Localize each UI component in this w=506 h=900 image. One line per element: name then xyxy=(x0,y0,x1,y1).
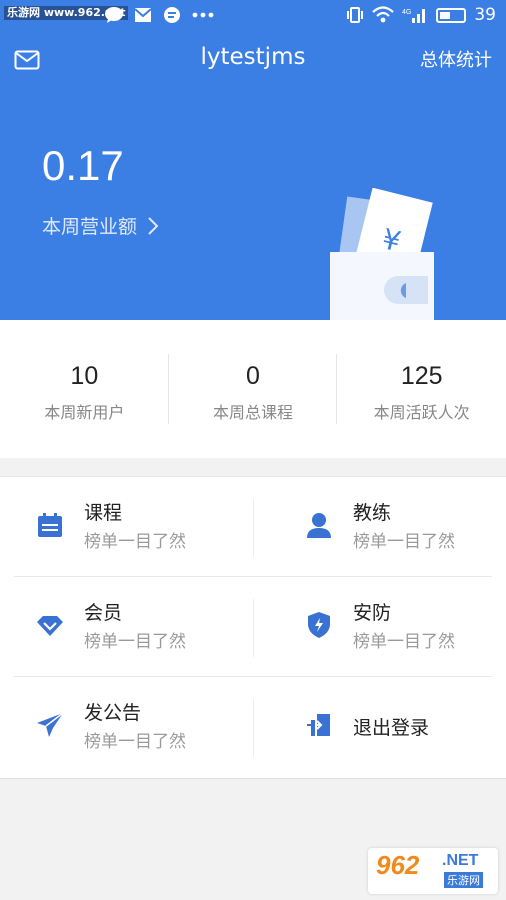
stat-value: 125 xyxy=(400,362,443,390)
battery-percent: 39 xyxy=(474,5,496,25)
stat-new-users[interactable]: 10 本周新用户 xyxy=(0,320,169,458)
weekly-stats: 10 本周新用户 0 本周总课程 125 本周活跃人次 xyxy=(0,320,506,458)
menu-item-logout[interactable]: 退出登录 xyxy=(253,677,492,777)
vibrate-icon xyxy=(347,7,364,23)
watermark-logo: 962 .NET 乐游网 xyxy=(368,848,498,894)
menu-item-coaches[interactable]: 教练 榜单一目了然 xyxy=(253,477,492,577)
menu-item-subtitle: 榜单一目了然 xyxy=(84,732,186,752)
mail-notification-icon xyxy=(134,8,152,22)
menu-item-courses[interactable]: 课程 榜单一目了然 xyxy=(14,477,253,577)
watermark-brand: 962 xyxy=(376,850,420,880)
paper-plane-icon xyxy=(37,712,64,737)
calendar-icon xyxy=(38,513,62,537)
stat-active-visits[interactable]: 125 本周活跃人次 xyxy=(337,320,506,458)
signal-icon: 4G xyxy=(402,9,426,23)
diamond-icon xyxy=(37,616,63,636)
watermark-net: .NET xyxy=(442,852,479,869)
wallet-illustration: ¥ xyxy=(330,188,434,320)
svg-text:4G: 4G xyxy=(402,9,411,16)
menu-item-title: 会员 xyxy=(84,602,123,624)
more-icon xyxy=(192,12,214,18)
stat-label: 本周总课程 xyxy=(213,403,294,422)
menu-item-announcement[interactable]: 发公告 榜单一目了然 xyxy=(14,677,253,777)
menu-item-subtitle: 榜单一目了然 xyxy=(353,532,455,552)
logout-icon xyxy=(307,714,330,736)
stat-label: 本周活跃人次 xyxy=(373,403,470,422)
menu-item-subtitle: 榜单一目了然 xyxy=(84,632,186,652)
message-icon xyxy=(164,7,180,23)
menu-item-subtitle: 榜单一目了然 xyxy=(353,632,455,652)
battery-icon xyxy=(436,7,467,23)
weekly-revenue-value: 0.17 xyxy=(42,142,124,189)
stat-value: 0 xyxy=(246,362,260,390)
menu-item-subtitle: 榜单一目了然 xyxy=(84,532,186,552)
menu-item-title: 教练 xyxy=(353,502,392,524)
weekly-revenue-label: 本周营业额 xyxy=(42,216,138,238)
person-icon xyxy=(307,513,331,538)
wifi-icon xyxy=(372,6,395,23)
menu-item-title: 课程 xyxy=(84,502,123,524)
menu-item-title: 安防 xyxy=(353,602,392,624)
stat-value: 10 xyxy=(70,362,99,390)
watermark-name: 乐游网 xyxy=(444,872,483,888)
chevron-right-icon xyxy=(148,216,159,235)
menu-item-members[interactable]: 会员 榜单一目了然 xyxy=(14,577,253,677)
chat-icon xyxy=(105,7,123,23)
shield-icon xyxy=(308,612,330,638)
menu-item-title: 退出登录 xyxy=(353,717,430,739)
menu-item-security[interactable]: 安防 榜单一目了然 xyxy=(253,577,492,677)
overall-stats-button[interactable]: 总体统计 xyxy=(420,46,492,72)
menu-item-title: 发公告 xyxy=(84,702,142,724)
weekly-revenue-link[interactable]: 本周营业额 xyxy=(42,212,159,239)
stat-label: 本周新用户 xyxy=(44,403,125,422)
menu-grid: 课程 榜单一目了然 教练 榜单一目了然 会员 榜单一目了然 安防 榜单一目了然 … xyxy=(0,476,506,779)
app-header: lytestjms 总体统计 xyxy=(0,38,506,82)
status-bar: 乐游网 www.962.net 4G 39 xyxy=(0,0,506,32)
stat-total-courses[interactable]: 0 本周总课程 xyxy=(169,320,338,458)
